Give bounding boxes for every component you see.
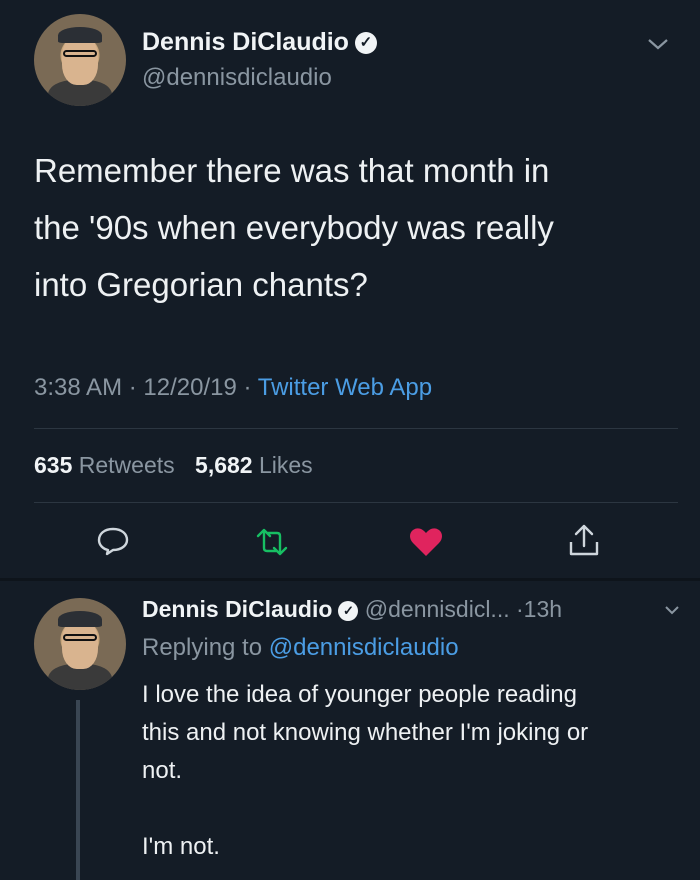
retweets-count: 635 (34, 452, 73, 478)
tweet-source[interactable]: Twitter Web App (258, 374, 432, 401)
avatar[interactable] (34, 598, 126, 690)
reply-text-line: I'm not. (142, 833, 220, 860)
divider (34, 502, 678, 503)
reply-display-name[interactable]: Dennis DiClaudio (142, 596, 332, 622)
divider (34, 428, 678, 429)
handle[interactable]: @dennisdiclaudio (142, 64, 332, 92)
tweet-stats: 635 Retweets 5,682 Likes (34, 452, 313, 479)
reply-handle[interactable]: @dennisdicl... (365, 596, 510, 622)
retweets-label: Retweets (78, 452, 175, 478)
tweet-text-line: into Gregorian chants? (34, 266, 368, 303)
reply-header: Dennis DiClaudio ✓ @dennisdicl... ·13h (142, 596, 563, 622)
verified-badge-icon: ✓ (338, 600, 359, 621)
thread-line (76, 700, 80, 880)
chevron-down-icon[interactable] (664, 604, 680, 616)
likes-label: Likes (258, 452, 313, 478)
verified-badge-icon: ✓ (354, 32, 377, 55)
tweet-text: Remember there was that month in the '90… (34, 142, 674, 313)
reply-text-line: this and not knowing whether I'm joking … (142, 719, 589, 746)
share-icon[interactable] (566, 522, 602, 558)
replying-to-handle[interactable]: @dennisdiclaudio (269, 634, 459, 661)
replying-to: Replying to @dennisdiclaudio (142, 634, 459, 662)
reply-icon[interactable] (96, 526, 130, 556)
reply-age[interactable]: 13h (524, 596, 562, 622)
reply-text: I love the idea of younger people readin… (142, 676, 682, 866)
tweet-date[interactable]: 12/20/19 (143, 374, 236, 401)
divider (0, 578, 700, 581)
likes-count: 5,682 (195, 452, 253, 478)
tweet-time[interactable]: 3:38 AM (34, 374, 122, 401)
avatar[interactable] (34, 14, 126, 106)
reply-text-line: I love the idea of younger people readin… (142, 681, 577, 708)
retweet-icon[interactable] (252, 528, 292, 556)
display-name-text: Dennis DiClaudio (142, 28, 349, 56)
reply-text-line (142, 790, 682, 828)
tweet-text-line: the '90s when everybody was really (34, 209, 554, 246)
likes-stat[interactable]: 5,682 Likes (195, 452, 313, 478)
replying-to-label: Replying to (142, 634, 263, 661)
chevron-down-icon[interactable] (646, 36, 670, 52)
display-name[interactable]: Dennis DiClaudio ✓ (142, 28, 377, 57)
reply-text-line: not. (142, 757, 183, 784)
retweets-stat[interactable]: 635 Retweets (34, 452, 175, 478)
tweet-meta: 3:38 AM · 12/20/19 · Twitter Web App (34, 374, 433, 401)
heart-icon[interactable] (408, 526, 444, 558)
tweet-text-line: Remember there was that month in (34, 152, 550, 189)
